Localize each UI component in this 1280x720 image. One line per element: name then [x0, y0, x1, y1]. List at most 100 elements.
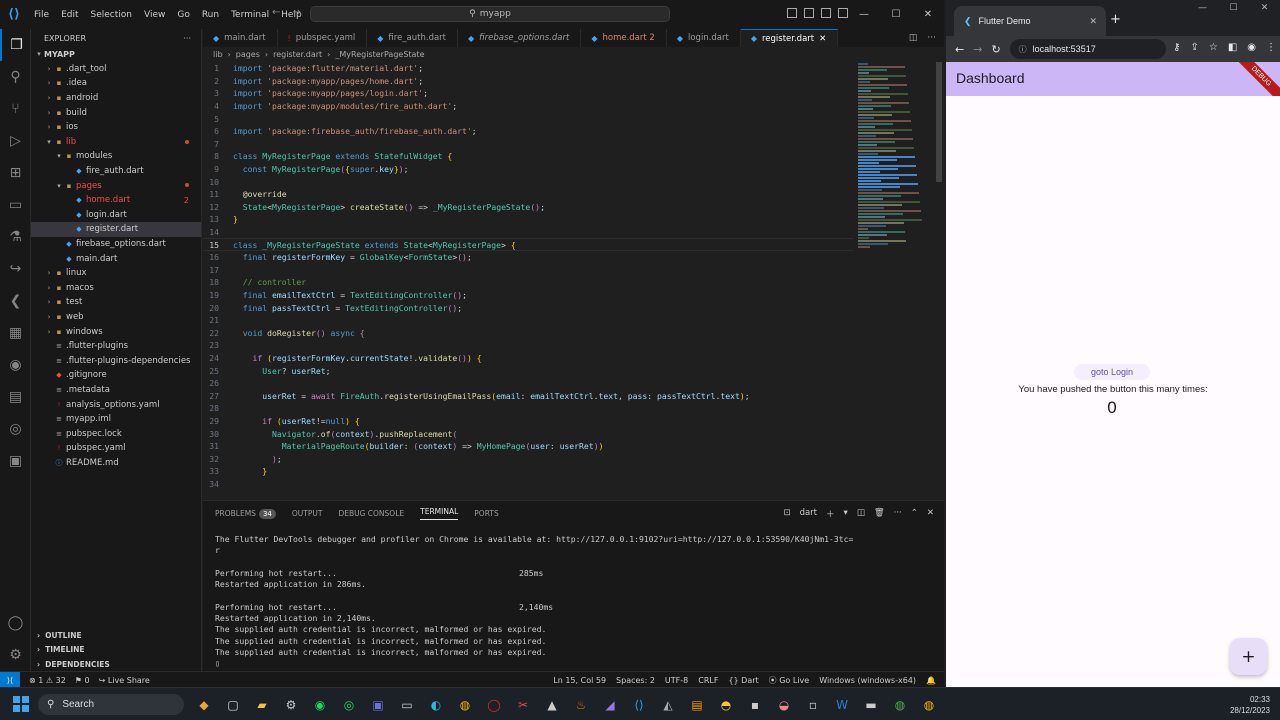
- forward-arrow-icon[interactable]: →: [292, 7, 300, 18]
- tree-item[interactable]: › ▪ macos: [31, 281, 201, 296]
- sublime-icon[interactable]: ▤: [686, 695, 708, 715]
- tree-item[interactable]: › ▪ build: [31, 105, 201, 120]
- editor-tab[interactable]: ! pubspec.yaml: [278, 29, 368, 47]
- tree-item[interactable]: ▾ ▪ modules: [31, 149, 201, 164]
- more-actions-icon[interactable]: ···: [183, 34, 191, 43]
- minimize-icon[interactable]: —: [1187, 3, 1218, 13]
- whatsapp-icon[interactable]: ◎: [338, 695, 360, 715]
- run-debug-icon[interactable]: ▷: [0, 125, 31, 157]
- outline-section[interactable]: › OUTLINE: [31, 628, 202, 643]
- browser-tab[interactable]: ❮ Flutter Demo ✕: [954, 6, 1106, 36]
- java-icon[interactable]: ♨: [570, 695, 592, 715]
- breadcrumb-item[interactable]: pages: [236, 50, 260, 59]
- task-view-icon[interactable]: ▢: [222, 695, 244, 715]
- app-icon[interactable]: ◒: [773, 695, 795, 715]
- windows-start-icon[interactable]: [13, 696, 29, 712]
- panel-tab-terminal[interactable]: TERMINAL: [420, 507, 459, 520]
- back-icon[interactable]: ←: [955, 43, 964, 56]
- menu-dots-icon[interactable]: ⋮: [1266, 42, 1276, 53]
- editor-scrollbar[interactable]: [936, 62, 942, 182]
- tree-item[interactable]: › ▪ web: [31, 310, 201, 325]
- editor-tab[interactable]: ◆ register.dart ✕: [740, 29, 839, 47]
- editor-tab[interactable]: ◆ firebase_options.dart: [458, 29, 582, 47]
- editor-tab[interactable]: ◆ main.dart: [203, 29, 278, 47]
- visual-studio-icon[interactable]: ◢: [599, 695, 621, 715]
- tree-item[interactable]: › ▪ .idea: [31, 76, 201, 91]
- panel-tab-debug-console[interactable]: DEBUG CONSOLE: [338, 509, 404, 518]
- menu-item-edit[interactable]: Edit: [55, 10, 84, 20]
- menu-item-terminal[interactable]: Terminal: [225, 10, 275, 20]
- word-icon[interactable]: W: [831, 695, 853, 715]
- app-icon[interactable]: ◓: [715, 695, 737, 715]
- maximize-icon[interactable]: ☐: [1218, 3, 1249, 13]
- tree-item[interactable]: › ▪ ios: [31, 120, 201, 135]
- flutter-device[interactable]: Windows (windows-x64): [819, 676, 916, 685]
- app-icon[interactable]: ▬: [860, 695, 882, 715]
- close-tab-icon[interactable]: ✕: [819, 34, 826, 44]
- cursor-position[interactable]: Ln 15, Col 59: [553, 676, 606, 685]
- close-icon[interactable]: ✕: [1249, 3, 1280, 13]
- chrome-icon[interactable]: ◍: [454, 695, 476, 715]
- panel-tab-output[interactable]: OUTPUT: [292, 509, 323, 518]
- kill-terminal-icon[interactable]: 🗑: [874, 508, 885, 520]
- tree-item[interactable]: ≡ pubspec.lock: [31, 426, 201, 441]
- file-explorer-icon[interactable]: ▰: [251, 695, 273, 715]
- key-icon[interactable]: ⚷: [1173, 42, 1180, 53]
- tree-item[interactable]: ◆ main.dart: [31, 251, 201, 266]
- teams-icon[interactable]: ▣: [367, 695, 389, 715]
- code-editor[interactable]: 1 import 'package:flutter/material.dart';…: [203, 62, 853, 500]
- explorer-icon[interactable]: ❐: [0, 29, 31, 61]
- extensions-icon[interactable]: ⊞: [0, 157, 31, 189]
- tree-item[interactable]: › ▪ android: [31, 91, 201, 106]
- bookmark-star-icon[interactable]: ☆: [1209, 42, 1218, 53]
- share-icon[interactable]: ⇪: [1190, 42, 1198, 53]
- settings-icon[interactable]: ⚙: [280, 695, 302, 715]
- close-tab-icon[interactable]: ✕: [1089, 16, 1097, 27]
- tree-item[interactable]: ! analysis_options.yaml: [31, 397, 201, 412]
- tree-item[interactable]: ▾ ▪ pages: [31, 178, 201, 193]
- extension-misc-icon[interactable]: ▣: [0, 445, 31, 477]
- terminal-output[interactable]: The Flutter DevTools debugger and profil…: [215, 534, 853, 670]
- new-terminal-icon[interactable]: ＋: [826, 508, 835, 520]
- minimap[interactable]: [858, 62, 934, 252]
- taskbar-search[interactable]: ⚲ Search: [38, 694, 184, 715]
- back-arrow-icon[interactable]: ←: [272, 7, 280, 18]
- language-mode[interactable]: {} Dart: [728, 676, 758, 685]
- forward-icon[interactable]: →: [973, 43, 982, 56]
- panel-tab-problems[interactable]: PROBLEMS 34: [215, 508, 276, 519]
- indentation[interactable]: Spaces: 2: [616, 676, 655, 685]
- toggle-secondary-icon[interactable]: [821, 8, 831, 18]
- tree-item[interactable]: ≡ myapp.iml: [31, 412, 201, 427]
- tree-item[interactable]: ◆ firebase_options.dart: [31, 237, 201, 252]
- timeline-section[interactable]: › TIMELINE: [31, 642, 202, 657]
- sidepanel-icon[interactable]: ◧: [1228, 42, 1237, 53]
- flutter-icon[interactable]: ❮: [0, 285, 31, 317]
- go-live[interactable]: ⦿ Go Live: [769, 675, 810, 686]
- tree-item[interactable]: ◆ login.dart: [31, 208, 201, 223]
- address-bar[interactable]: ⓘ localhost:53517: [1009, 39, 1166, 59]
- remote-icon[interactable]: ⟩⟨: [0, 672, 20, 688]
- close-icon[interactable]: ✕: [912, 9, 944, 20]
- editor-tab[interactable]: ◆ fire_auth.dart: [367, 29, 458, 47]
- tree-item[interactable]: ▾ ▪ lib: [31, 135, 201, 150]
- more-actions-icon[interactable]: ···: [927, 33, 936, 43]
- breadcrumb-item[interactable]: _MyRegisterPageState: [335, 50, 424, 59]
- chrome-icon[interactable]: ◍: [918, 695, 940, 715]
- command-center-search[interactable]: ⚲ myapp: [310, 6, 670, 22]
- minimize-icon[interactable]: —: [848, 9, 880, 20]
- tree-item[interactable]: › ▪ .dart_tool: [31, 62, 201, 77]
- search-icon[interactable]: ⚲: [0, 61, 31, 93]
- split-terminal-icon[interactable]: ◫: [857, 508, 865, 520]
- problems-status[interactable]: ⊗ 1 ⚠ 32: [29, 676, 66, 685]
- end-of-line[interactable]: CRLF: [698, 676, 718, 685]
- goto-login-button[interactable]: goto Login: [1074, 364, 1150, 380]
- editor-tab[interactable]: ◆ home.dart 2: [581, 29, 667, 47]
- menu-item-run[interactable]: Run: [196, 10, 225, 20]
- project-root[interactable]: ▾ MYAPP: [31, 47, 201, 62]
- liveshare-status[interactable]: ↪ Live Share: [99, 676, 150, 685]
- gitlens-icon[interactable]: ◎: [0, 413, 31, 445]
- source-control-icon[interactable]: ⑂: [0, 93, 31, 125]
- toggle-sidebar-icon[interactable]: [787, 8, 797, 18]
- github-icon[interactable]: ◉: [0, 349, 31, 381]
- more-actions-icon[interactable]: ···: [894, 508, 902, 520]
